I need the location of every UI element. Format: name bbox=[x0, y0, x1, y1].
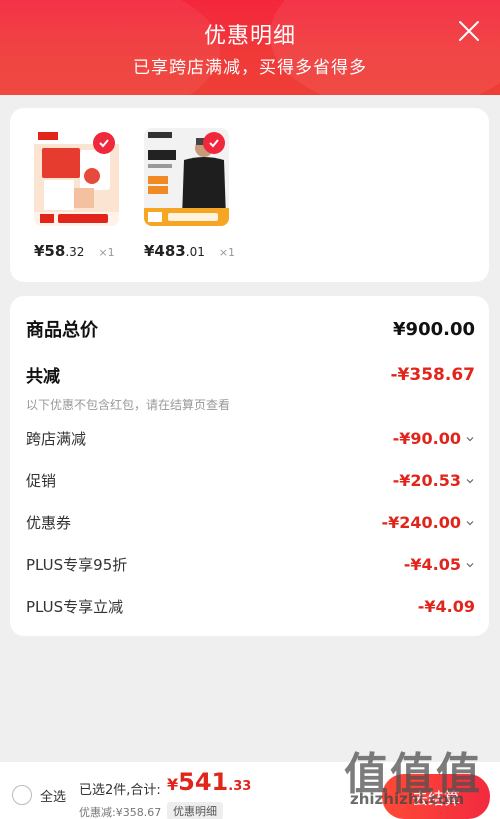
product-price: ¥58 bbox=[34, 242, 66, 260]
product-quantity: ×1 bbox=[98, 246, 115, 259]
product-item[interactable]: ¥58 .32 ×1 bbox=[34, 128, 119, 260]
discount-item-coupon[interactable]: 优惠券 -¥240.00 bbox=[26, 512, 475, 533]
total-label: 商品总价 bbox=[26, 320, 98, 341]
discount-label: 优惠券 bbox=[26, 514, 72, 532]
page-title: 优惠明细 bbox=[203, 24, 296, 49]
product-price: ¥483 bbox=[144, 242, 186, 260]
total-amount: ¥541.33 bbox=[167, 768, 251, 796]
discount-value: -¥4.05 bbox=[403, 555, 461, 574]
discount-label: 促销 bbox=[26, 472, 57, 490]
selected-check-icon[interactable] bbox=[93, 132, 115, 154]
discount-item-plus-95[interactable]: PLUS专享95折 -¥4.05 bbox=[26, 554, 475, 575]
reduce-row: 共减 -¥358.67 bbox=[26, 362, 476, 388]
discount-summary: 商品总价 ¥900.00 共减 -¥358.67 以下优惠不包含红包，请在结算页… bbox=[10, 296, 489, 636]
chevron-down-icon[interactable] bbox=[465, 434, 475, 444]
discount-detail-button[interactable]: 优惠明细 bbox=[167, 802, 223, 819]
chevron-down-icon[interactable] bbox=[465, 476, 475, 486]
discount-label: PLUS专享95折 bbox=[26, 556, 128, 574]
product-card: ¥58 .32 ×1 ¥483 .01 ×1 bbox=[10, 108, 489, 282]
selected-check-icon[interactable] bbox=[203, 132, 225, 154]
total-value: ¥900.00 bbox=[393, 318, 475, 340]
bottom-bar: 全选 已选2件,合计: ¥541.33 优惠减:¥358.67 优惠明细 去结算 bbox=[0, 762, 500, 819]
checkout-button[interactable]: 去结算 bbox=[382, 774, 490, 819]
discount-item-cross-store[interactable]: 跨店满减 -¥90.00 bbox=[26, 428, 475, 449]
header: 优惠明细 已享跨店满减，买得多省得多 bbox=[0, 0, 500, 95]
amount-integer: 541 bbox=[178, 768, 229, 796]
discount-label: 跨店满减 bbox=[26, 430, 87, 448]
total-row: 商品总价 ¥900.00 bbox=[26, 316, 475, 342]
close-icon[interactable] bbox=[458, 20, 480, 42]
discount-value: -¥240.00 bbox=[381, 513, 461, 532]
product-quantity: ×1 bbox=[218, 246, 236, 259]
discount-item-plus-instant: PLUS专享立减 -¥4.09 bbox=[26, 596, 475, 617]
product-price-decimal: .01 bbox=[185, 245, 205, 259]
currency-symbol: ¥ bbox=[167, 775, 179, 794]
amount-decimal: .33 bbox=[228, 779, 252, 794]
page-subtitle: 已享跨店满减，买得多省得多 bbox=[133, 58, 367, 78]
product-image[interactable] bbox=[144, 128, 229, 226]
discount-note: 以下优惠不包含红包，请在结算页查看 bbox=[26, 398, 231, 412]
discount-value: -¥90.00 bbox=[392, 429, 461, 448]
discount-value: -¥4.09 bbox=[417, 597, 475, 616]
product-price-decimal: .32 bbox=[65, 245, 85, 259]
discount-value: -¥20.53 bbox=[392, 471, 461, 490]
reduce-value: -¥358.67 bbox=[390, 364, 476, 385]
discount-label: PLUS专享立减 bbox=[26, 598, 124, 616]
product-image[interactable] bbox=[34, 128, 119, 226]
select-all-radio[interactable] bbox=[12, 785, 32, 805]
discount-item-promotion[interactable]: 促销 -¥20.53 bbox=[26, 470, 475, 491]
selected-count: 已选2件,合计: bbox=[79, 783, 161, 798]
discount-total: 优惠减:¥358.67 bbox=[79, 806, 162, 819]
select-all-label[interactable]: 全选 bbox=[40, 786, 66, 805]
chevron-down-icon[interactable] bbox=[465, 560, 475, 570]
product-item[interactable]: ¥483 .01 ×1 bbox=[144, 128, 235, 260]
chevron-down-icon[interactable] bbox=[465, 518, 475, 528]
reduce-label: 共减 bbox=[26, 367, 60, 387]
